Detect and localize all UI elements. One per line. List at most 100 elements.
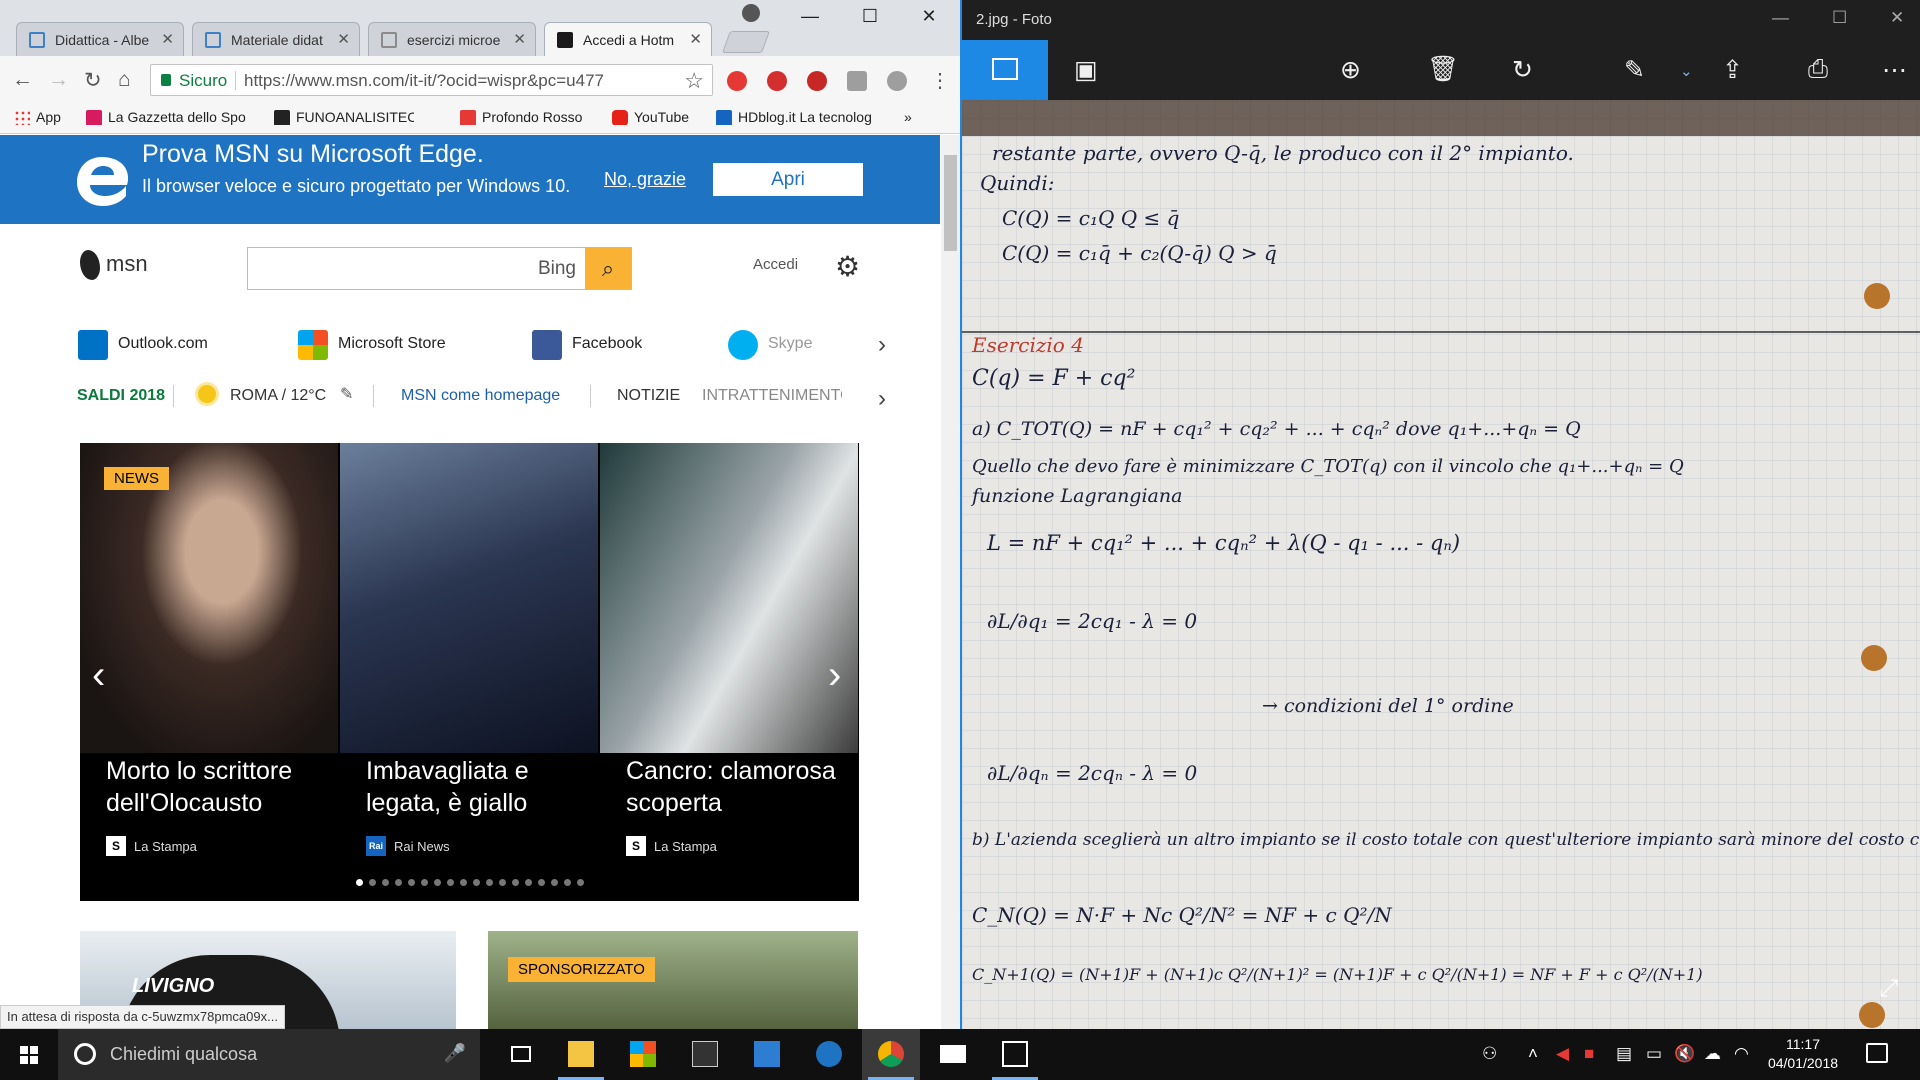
carousel-dot[interactable] bbox=[355, 879, 363, 886]
address-bar[interactable]: Sicuro https://www.msn.com/it-it/?ocid=w… bbox=[150, 64, 713, 96]
rotate-icon[interactable]: ↻ bbox=[1512, 55, 1533, 85]
app-button[interactable] bbox=[738, 1029, 796, 1080]
cortana-search[interactable]: Chiedimi qualcosa 🎤 bbox=[58, 1029, 480, 1080]
task-view-button[interactable] bbox=[492, 1029, 550, 1080]
home-icon[interactable]: ⌂ bbox=[118, 68, 131, 92]
carousel-dot[interactable] bbox=[550, 879, 558, 886]
minimize-button[interactable]: — bbox=[795, 6, 825, 30]
quicklink-outlook[interactable]: Outlook.com bbox=[78, 330, 208, 360]
carousel-slide[interactable]: Cancro: clamorosa scoperta S La Stampa bbox=[600, 443, 858, 901]
bookmark-gazzetta[interactable]: La Gazzetta dello Spo bbox=[86, 109, 256, 125]
search-input[interactable]: Bing ⌕ bbox=[247, 247, 632, 290]
alert-icon[interactable]: ◀ bbox=[1556, 1044, 1569, 1064]
carousel-dot[interactable] bbox=[407, 879, 415, 886]
zoom-icon[interactable]: ⊕ bbox=[1340, 55, 1361, 85]
open-edge-button[interactable]: Apri bbox=[713, 163, 863, 196]
view-all-photos-button[interactable] bbox=[962, 40, 1048, 100]
news-link[interactable]: NOTIZIE bbox=[617, 387, 680, 405]
tab-msn[interactable]: Accedi a Hotm ✕ bbox=[544, 22, 712, 56]
close-tab-icon[interactable]: ✕ bbox=[337, 30, 350, 48]
chevron-right-icon[interactable]: › bbox=[878, 385, 886, 413]
carousel-dot[interactable] bbox=[420, 879, 428, 886]
bookmark-funoanalisi[interactable]: FUNOANALISITECNIC bbox=[274, 109, 414, 125]
carousel-dot[interactable] bbox=[498, 879, 506, 886]
notifications-icon[interactable] bbox=[1866, 1043, 1888, 1063]
onedrive-icon[interactable]: ☁ bbox=[1704, 1044, 1721, 1064]
chrome-button[interactable] bbox=[862, 1029, 920, 1080]
edit-icon[interactable]: ✎ bbox=[1624, 55, 1645, 85]
microphone-icon[interactable]: 🎤 bbox=[444, 1043, 466, 1064]
carousel-dot[interactable] bbox=[446, 879, 454, 886]
carousel-dot[interactable] bbox=[433, 879, 441, 886]
people-icon[interactable]: ⚇ bbox=[1482, 1044, 1497, 1064]
carousel-slide[interactable]: Imbavagliata e legata, è giallo Rai Rai N… bbox=[340, 443, 598, 901]
carousel-dot[interactable] bbox=[394, 879, 402, 886]
wifi-icon[interactable]: ◠ bbox=[1734, 1044, 1749, 1064]
delete-icon[interactable]: 🗑 bbox=[1427, 55, 1459, 84]
gear-icon[interactable]: ⚙ bbox=[835, 250, 860, 283]
start-button[interactable] bbox=[0, 1029, 58, 1080]
sponsored-card[interactable]: SPONSORIZZATO bbox=[488, 931, 858, 1029]
more-icon[interactable]: ⋯ bbox=[1882, 55, 1907, 85]
bookmark-hdblog[interactable]: HDblog.it La tecnolog bbox=[716, 109, 886, 125]
homepage-link[interactable]: MSN come homepage bbox=[401, 387, 560, 405]
extension-icon[interactable] bbox=[767, 71, 787, 91]
carousel-dot[interactable] bbox=[485, 879, 493, 886]
app-button[interactable] bbox=[676, 1029, 734, 1080]
slideshow-icon[interactable]: ▣ bbox=[1074, 55, 1098, 85]
menu-icon[interactable]: ⋮ bbox=[930, 68, 950, 93]
chevron-right-icon[interactable]: › bbox=[878, 331, 886, 359]
tab-esercizi[interactable]: esercizi microe ✕ bbox=[368, 22, 536, 56]
carousel-dot[interactable] bbox=[524, 879, 532, 886]
reload-icon[interactable]: ↻ bbox=[84, 68, 102, 93]
page-scrollbar[interactable] bbox=[941, 135, 960, 1029]
close-tab-icon[interactable]: ✕ bbox=[689, 30, 702, 48]
shield-extension-icon[interactable] bbox=[727, 71, 747, 91]
extension-icon[interactable] bbox=[887, 71, 907, 91]
chevron-left-icon[interactable]: ‹ bbox=[92, 653, 105, 698]
quicklink-store[interactable]: Microsoft Store bbox=[298, 330, 446, 360]
clock[interactable]: 11:17 04/01/2018 bbox=[1758, 1035, 1848, 1073]
close-window-button[interactable]: ✕ bbox=[914, 6, 944, 30]
adblock-icon[interactable] bbox=[807, 71, 827, 91]
edge-button[interactable] bbox=[800, 1029, 858, 1080]
new-tab-button[interactable] bbox=[721, 31, 771, 53]
weather-link[interactable]: ROMA / 12°C bbox=[230, 387, 326, 405]
signin-link[interactable]: Accedi bbox=[753, 256, 798, 273]
bookmark-youtube[interactable]: YouTube bbox=[612, 109, 689, 125]
no-thanks-link[interactable]: No, grazie bbox=[604, 169, 686, 190]
tab-didattica[interactable]: Didattica - Albe ✕ bbox=[16, 22, 184, 56]
close-tab-icon[interactable]: ✕ bbox=[513, 30, 526, 48]
photos-button[interactable] bbox=[986, 1029, 1044, 1080]
bookmark-star-icon[interactable]: ☆ bbox=[684, 68, 704, 94]
entertainment-link[interactable]: INTRATTENIMENTO bbox=[702, 387, 842, 405]
store-button[interactable] bbox=[614, 1029, 672, 1080]
minimize-button[interactable]: — bbox=[1772, 8, 1789, 28]
carousel-dot[interactable] bbox=[563, 879, 571, 886]
scroll-thumb[interactable] bbox=[944, 155, 957, 251]
share-icon[interactable]: ⇪ bbox=[1722, 55, 1743, 85]
promo-link[interactable]: SALDI 2018 bbox=[77, 387, 165, 405]
carousel-dot[interactable] bbox=[511, 879, 519, 886]
bookmark-apps[interactable]: App bbox=[14, 109, 61, 125]
quicklink-facebook[interactable]: Facebook bbox=[532, 330, 642, 360]
bookmark-profondo-rosso[interactable]: Profondo Rosso bbox=[460, 109, 582, 125]
maximize-button[interactable]: ☐ bbox=[1832, 8, 1847, 28]
chevron-right-icon[interactable]: › bbox=[828, 653, 841, 698]
bookmarks-more[interactable]: » bbox=[904, 109, 912, 125]
msn-logo[interactable]: msn bbox=[80, 250, 148, 280]
print-icon[interactable]: ⎙ bbox=[1808, 55, 1828, 84]
profile-icon[interactable] bbox=[742, 4, 760, 22]
pencil-icon[interactable]: ✎ bbox=[340, 384, 353, 404]
close-tab-icon[interactable]: ✕ bbox=[161, 30, 174, 48]
tab-materiale[interactable]: Materiale didat ✕ bbox=[192, 22, 360, 56]
carousel-dot[interactable] bbox=[381, 879, 389, 886]
carousel-dot[interactable] bbox=[537, 879, 545, 886]
expand-icon[interactable]: ⤢ bbox=[1879, 975, 1898, 1003]
carousel-slide[interactable]: NEWS Morto lo scrittore dell'Olocausto S… bbox=[80, 443, 338, 901]
carousel-dot[interactable] bbox=[459, 879, 467, 886]
volume-muted-icon[interactable]: 🔇 bbox=[1674, 1044, 1695, 1064]
chevron-up-icon[interactable]: ˄ bbox=[1528, 1044, 1538, 1064]
mail-button[interactable] bbox=[924, 1029, 982, 1080]
carousel-dot[interactable] bbox=[576, 879, 584, 886]
